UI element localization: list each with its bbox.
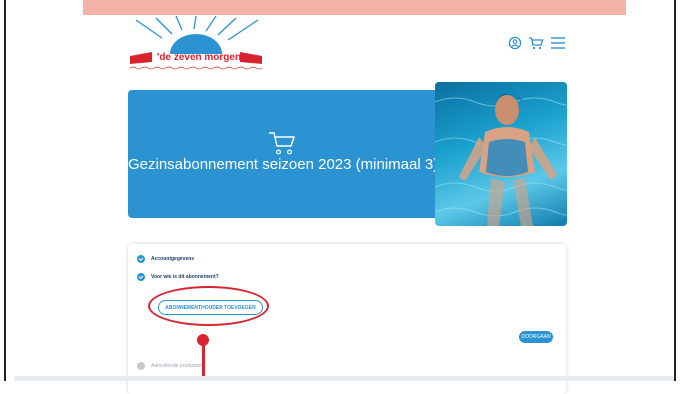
cart-icon[interactable] xyxy=(528,36,544,55)
swimmer-photo xyxy=(435,82,567,226)
top-banner xyxy=(83,0,626,15)
product-hero: Gezinsabonnement seizoen 2023 (minimaal … xyxy=(128,90,438,218)
menu-icon[interactable] xyxy=(550,36,566,55)
header-actions xyxy=(508,36,566,55)
pending-step-icon xyxy=(137,362,145,370)
bottom-bar xyxy=(14,376,674,381)
logo-text: 'de zeven morgen' xyxy=(157,52,244,63)
step-account-details[interactable]: Accountgegevens xyxy=(137,255,194,263)
check-icon xyxy=(137,273,145,281)
step-additional-products[interactable]: Aanvullende producten xyxy=(137,362,202,370)
pointer-annotation xyxy=(202,340,205,381)
cart-icon xyxy=(268,130,296,156)
highlight-annotation xyxy=(148,286,269,326)
site-logo[interactable]: 'de zeven morgen' xyxy=(128,15,268,76)
user-icon[interactable] xyxy=(508,36,522,55)
continue-button[interactable]: DOORGAAN xyxy=(519,331,553,343)
step-label: Aanvullende producten xyxy=(151,363,203,369)
check-icon xyxy=(137,255,145,263)
step-label: Voor wie is dit abonnement? xyxy=(151,274,219,280)
pointer-dot xyxy=(197,334,209,346)
step-subscription-for[interactable]: Voor wie is dit abonnement? xyxy=(137,273,219,281)
product-title: Gezinsabonnement seizoen 2023 (minimaal … xyxy=(128,156,439,173)
step-label: Accountgegevens xyxy=(151,256,195,262)
sun-logo-icon xyxy=(129,15,263,70)
